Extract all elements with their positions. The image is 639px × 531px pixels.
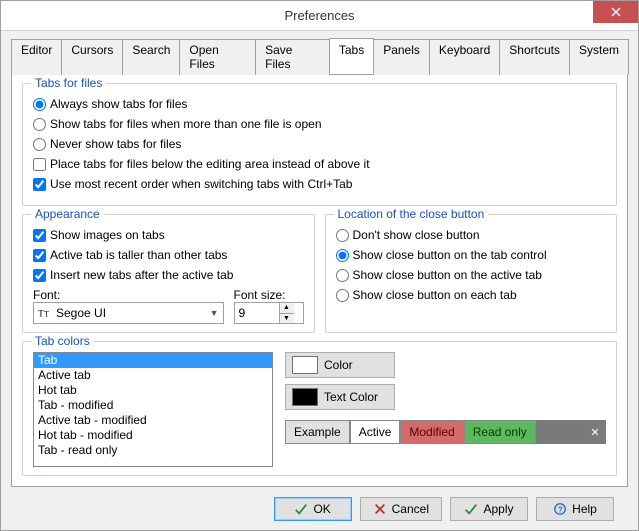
font-label: Font:	[33, 288, 224, 302]
color-button-label: Color	[324, 358, 353, 372]
svg-text:?: ?	[558, 506, 563, 515]
example-tab-modified: Modified	[400, 420, 463, 444]
group-tab-colors: Tab colors Tab Active tab Hot tab Tab - …	[22, 341, 617, 476]
font-icon: TT	[38, 306, 52, 320]
check-icon	[294, 502, 308, 516]
radio-label[interactable]: Show close button on the active tab	[353, 268, 542, 282]
group-title: Tabs for files	[31, 76, 106, 90]
tab-panels[interactable]: Panels	[373, 39, 430, 75]
radio-never-show[interactable]	[33, 138, 46, 151]
list-item[interactable]: Tab - read only	[34, 443, 272, 458]
radio-no-close[interactable]	[336, 229, 349, 242]
ok-button[interactable]: OK	[274, 497, 352, 521]
radio-label[interactable]: Show close button on the tab control	[353, 248, 547, 262]
help-icon: ?	[553, 502, 567, 516]
tab-tabs[interactable]: Tabs	[329, 38, 374, 74]
button-label: Apply	[483, 502, 513, 516]
titlebar: Preferences	[1, 1, 638, 31]
example-tab-active: Active	[350, 420, 401, 444]
cancel-button[interactable]: Cancel	[360, 497, 442, 521]
font-size-input[interactable]	[235, 303, 279, 323]
help-button[interactable]: ? Help	[536, 497, 614, 521]
check-tabs-below[interactable]	[33, 158, 46, 171]
example-tab-readonly: Read only	[464, 420, 536, 444]
check-label[interactable]: Place tabs for files below the editing a…	[50, 157, 370, 171]
button-label: OK	[313, 502, 330, 516]
color-swatch	[292, 356, 318, 374]
button-label: Help	[572, 502, 597, 516]
group-title: Tab colors	[31, 334, 94, 348]
font-value: Segoe UI	[56, 306, 106, 320]
button-row: OK Cancel Apply ? Help	[11, 487, 628, 521]
tab-system[interactable]: System	[569, 39, 629, 75]
list-item[interactable]: Tab	[34, 353, 272, 368]
button-label: Cancel	[392, 502, 429, 516]
radio-label[interactable]: Show close button on each tab	[353, 288, 517, 302]
list-item[interactable]: Active tab	[34, 368, 272, 383]
list-item[interactable]: Hot tab	[34, 383, 272, 398]
check-label[interactable]: Active tab is taller than other tabs	[50, 248, 227, 262]
check-icon	[464, 502, 478, 516]
preferences-window: Preferences Editor Cursors Search Open F…	[0, 0, 639, 531]
list-item[interactable]: Tab - modified	[34, 398, 272, 413]
check-active-taller[interactable]	[33, 249, 46, 262]
font-size-spinner[interactable]: ▲ ▼	[234, 302, 304, 324]
tab-shortcuts[interactable]: Shortcuts	[499, 39, 570, 75]
font-combo[interactable]: TT Segoe UI ▼	[33, 302, 224, 324]
check-show-images[interactable]	[33, 229, 46, 242]
window-title: Preferences	[284, 8, 354, 23]
radio-close-tabcontrol[interactable]	[336, 249, 349, 262]
radio-label[interactable]: Always show tabs for files	[50, 97, 187, 111]
tab-keyboard[interactable]: Keyboard	[429, 39, 500, 75]
example-close-icon[interactable]: ✕	[584, 420, 606, 444]
tab-open-files[interactable]: Open Files	[179, 39, 256, 75]
group-appearance: Appearance Show images on tabs Active ta…	[22, 214, 315, 333]
tab-panel: Tabs for files Always show tabs for file…	[11, 75, 628, 487]
list-item[interactable]: Active tab - modified	[34, 413, 272, 428]
example-strip: Example Active Modified Read only ✕	[285, 420, 606, 444]
tabstrip: Editor Cursors Search Open Files Save Fi…	[11, 38, 628, 75]
content-area: Editor Cursors Search Open Files Save Fi…	[1, 31, 638, 531]
apply-button[interactable]: Apply	[450, 497, 528, 521]
group-title: Location of the close button	[334, 207, 489, 221]
radio-close-active[interactable]	[336, 269, 349, 282]
example-tab: Example	[285, 420, 350, 444]
svg-text:T: T	[38, 309, 44, 320]
x-icon	[373, 502, 387, 516]
tab-search[interactable]: Search	[122, 39, 180, 75]
example-spacer	[536, 420, 584, 444]
group-tabs-for-files: Tabs for files Always show tabs for file…	[22, 83, 617, 206]
spin-down[interactable]: ▼	[280, 314, 294, 324]
check-insert-after-active[interactable]	[33, 269, 46, 282]
group-title: Appearance	[31, 207, 104, 221]
tab-cursors[interactable]: Cursors	[61, 39, 123, 75]
radio-label[interactable]: Don't show close button	[353, 228, 480, 242]
tab-colors-listbox[interactable]: Tab Active tab Hot tab Tab - modified Ac…	[33, 352, 273, 467]
radio-label[interactable]: Show tabs for files when more than one f…	[50, 117, 322, 131]
check-label[interactable]: Use most recent order when switching tab…	[50, 177, 352, 191]
color-button[interactable]: Color	[285, 352, 395, 378]
check-label[interactable]: Insert new tabs after the active tab	[50, 268, 233, 282]
radio-show-multiple[interactable]	[33, 118, 46, 131]
close-icon	[611, 7, 621, 17]
group-close-location: Location of the close button Don't show …	[325, 214, 618, 333]
list-item[interactable]: Hot tab - modified	[34, 428, 272, 443]
svg-text:T: T	[44, 310, 49, 319]
text-color-button-label: Text Color	[324, 390, 378, 404]
chevron-down-icon: ▼	[210, 308, 219, 318]
color-swatch	[292, 388, 318, 406]
radio-always-show[interactable]	[33, 98, 46, 111]
check-label[interactable]: Show images on tabs	[50, 228, 165, 242]
tab-save-files[interactable]: Save Files	[255, 39, 330, 75]
window-close-button[interactable]	[593, 1, 638, 23]
font-size-label: Font size:	[234, 288, 304, 302]
text-color-button[interactable]: Text Color	[285, 384, 395, 410]
radio-label[interactable]: Never show tabs for files	[50, 137, 181, 151]
tab-editor[interactable]: Editor	[11, 39, 62, 75]
spin-up[interactable]: ▲	[280, 303, 294, 314]
check-mru-order[interactable]	[33, 178, 46, 191]
radio-close-each[interactable]	[336, 289, 349, 302]
